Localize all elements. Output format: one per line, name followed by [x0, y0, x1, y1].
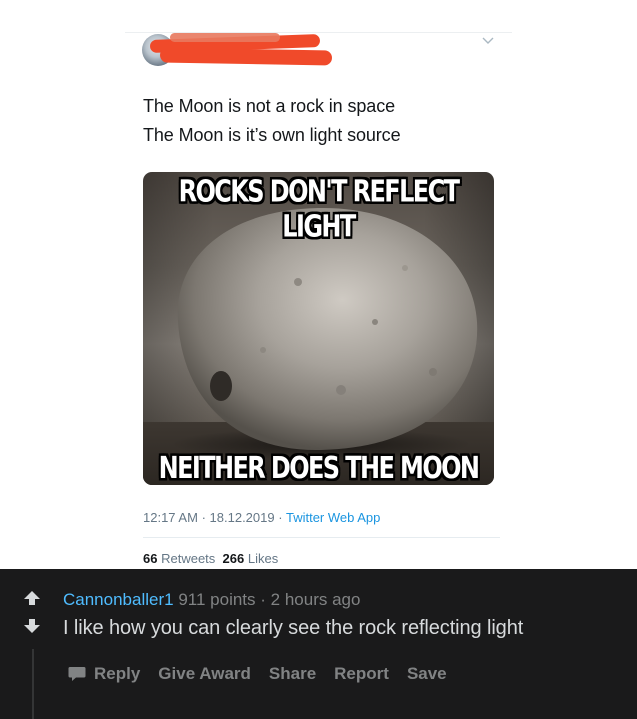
image-caption-bottom: NEITHER DOES THE MOON: [158, 450, 480, 486]
retweets-label: Retweets: [161, 551, 216, 566]
save-button[interactable]: Save: [407, 664, 447, 684]
speech-bubble-icon: [68, 667, 86, 681]
retweets-stat[interactable]: 66 Retweets: [143, 551, 215, 566]
redaction-scribble: [159, 47, 333, 66]
tweet-time[interactable]: 12:17 AM: [143, 510, 198, 525]
comment-points: 911 points: [178, 590, 256, 609]
redaction-scribble: [170, 33, 280, 42]
reply-label: Reply: [94, 664, 141, 683]
retweets-count: 66: [143, 551, 158, 566]
thread-line[interactable]: [32, 649, 34, 719]
tweet-text-line: The Moon is it’s own light source: [143, 125, 401, 145]
reply-button[interactable]: Reply: [68, 664, 140, 684]
share-button[interactable]: Share: [269, 664, 316, 684]
meta-separator: ·: [260, 590, 266, 609]
give-award-button[interactable]: Give Award: [158, 664, 251, 684]
comment-age[interactable]: 2 hours ago: [271, 590, 361, 609]
comment-actions: Reply Give Award Share Report Save: [68, 663, 465, 685]
tweet-date[interactable]: 18.12.2019: [210, 510, 275, 525]
image-caption-top: ROCKS DON'T REFLECT LIGHT: [178, 174, 460, 244]
chevron-down-icon[interactable]: [482, 36, 494, 46]
downvote-arrow-icon[interactable]: [24, 619, 40, 633]
comment-body: I like how you can clearly see the rock …: [63, 617, 524, 639]
likes-count: 266: [222, 551, 245, 566]
tweet-card: The Moon is not a rock in space The Moon…: [0, 0, 637, 569]
meta-separator: ·: [201, 510, 206, 525]
report-button[interactable]: Report: [334, 664, 389, 684]
tweet-text-line: The Moon is not a rock in space: [143, 96, 396, 116]
reddit-comment: Cannonballer1 911 points · 2 hours ago I…: [0, 569, 637, 719]
comment-header: Cannonballer1 911 points · 2 hours ago: [63, 590, 360, 610]
tweet-timestamp: 12:17 AM · 18.12.2019 · Twitter Web App: [143, 510, 380, 525]
tweet-stats-divider: [143, 537, 500, 538]
upvote-arrow-icon[interactable]: [24, 591, 40, 605]
tweet-source-link[interactable]: Twitter Web App: [286, 510, 380, 525]
comment-username[interactable]: Cannonballer1: [63, 590, 174, 609]
meta-separator: ·: [278, 510, 283, 525]
tweet-image[interactable]: ROCKS DON'T REFLECT LIGHT NEITHER DOES T…: [143, 172, 494, 485]
likes-stat[interactable]: 266 Likes: [223, 551, 279, 566]
tweet-stats: 66 Retweets 266 Likes: [143, 551, 278, 566]
likes-label: Likes: [247, 551, 279, 566]
